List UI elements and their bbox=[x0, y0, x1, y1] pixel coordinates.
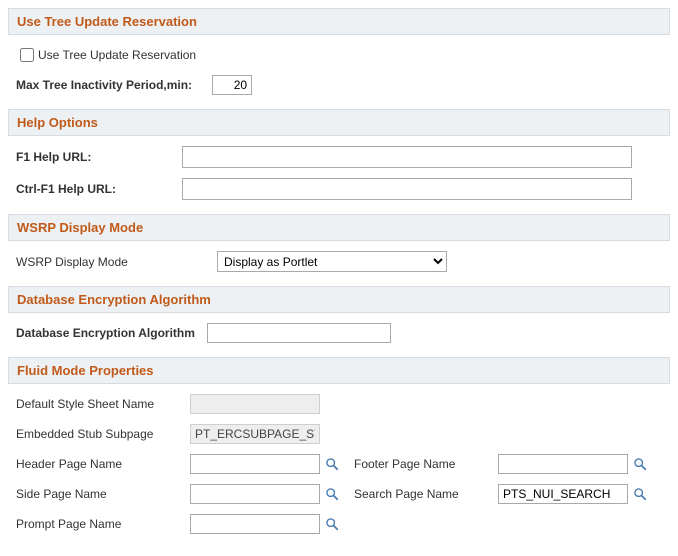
max-tree-inactivity-input[interactable] bbox=[212, 75, 252, 95]
ctrl-f1-help-url-input[interactable] bbox=[182, 178, 632, 200]
dbenc-label: Database Encryption Algorithm bbox=[16, 326, 195, 340]
prompt-page-input[interactable] bbox=[190, 514, 320, 534]
default-style-label: Default Style Sheet Name bbox=[16, 397, 180, 411]
embedded-stub-input bbox=[190, 424, 320, 444]
lookup-icon[interactable] bbox=[324, 456, 340, 472]
lookup-icon[interactable] bbox=[632, 486, 648, 502]
embedded-stub-label: Embedded Stub Subpage bbox=[16, 427, 180, 441]
section-header-wsrp: WSRP Display Mode bbox=[8, 214, 670, 241]
section-wsrp: WSRP Display Mode WSRP Display Mode Disp… bbox=[8, 214, 670, 276]
lookup-icon[interactable] bbox=[324, 516, 340, 532]
search-page-input[interactable] bbox=[498, 484, 628, 504]
prompt-page-label: Prompt Page Name bbox=[16, 517, 180, 531]
use-tree-update-label: Use Tree Update Reservation bbox=[38, 48, 196, 62]
max-tree-inactivity-label: Max Tree Inactivity Period,min: bbox=[16, 78, 192, 92]
section-dbenc: Database Encryption Algorithm Database E… bbox=[8, 286, 670, 347]
search-page-label: Search Page Name bbox=[354, 487, 488, 501]
side-page-input[interactable] bbox=[190, 484, 320, 504]
wsrp-display-mode-label: WSRP Display Mode bbox=[16, 255, 211, 269]
lookup-icon[interactable] bbox=[324, 486, 340, 502]
wsrp-display-mode-select[interactable]: Display as Portlet bbox=[217, 251, 447, 272]
section-header-dbenc: Database Encryption Algorithm bbox=[8, 286, 670, 313]
dbenc-input[interactable] bbox=[207, 323, 391, 343]
section-header-fluid: Fluid Mode Properties bbox=[8, 357, 670, 384]
use-tree-update-checkbox[interactable] bbox=[20, 48, 34, 62]
section-header-help: Help Options bbox=[8, 109, 670, 136]
header-page-label: Header Page Name bbox=[16, 457, 180, 471]
ctrl-f1-help-url-label: Ctrl-F1 Help URL: bbox=[16, 182, 176, 196]
footer-page-input[interactable] bbox=[498, 454, 628, 474]
section-fluid: Fluid Mode Properties Default Style Shee… bbox=[8, 357, 670, 538]
default-style-input bbox=[190, 394, 320, 414]
section-header-tree: Use Tree Update Reservation bbox=[8, 8, 670, 35]
section-help-options: Help Options F1 Help URL: Ctrl-F1 Help U… bbox=[8, 109, 670, 204]
side-page-label: Side Page Name bbox=[16, 487, 180, 501]
f1-help-url-input[interactable] bbox=[182, 146, 632, 168]
header-page-input[interactable] bbox=[190, 454, 320, 474]
footer-page-label: Footer Page Name bbox=[354, 457, 488, 471]
section-tree-reservation: Use Tree Update Reservation Use Tree Upd… bbox=[8, 8, 670, 99]
f1-help-url-label: F1 Help URL: bbox=[16, 150, 176, 164]
lookup-icon[interactable] bbox=[632, 456, 648, 472]
